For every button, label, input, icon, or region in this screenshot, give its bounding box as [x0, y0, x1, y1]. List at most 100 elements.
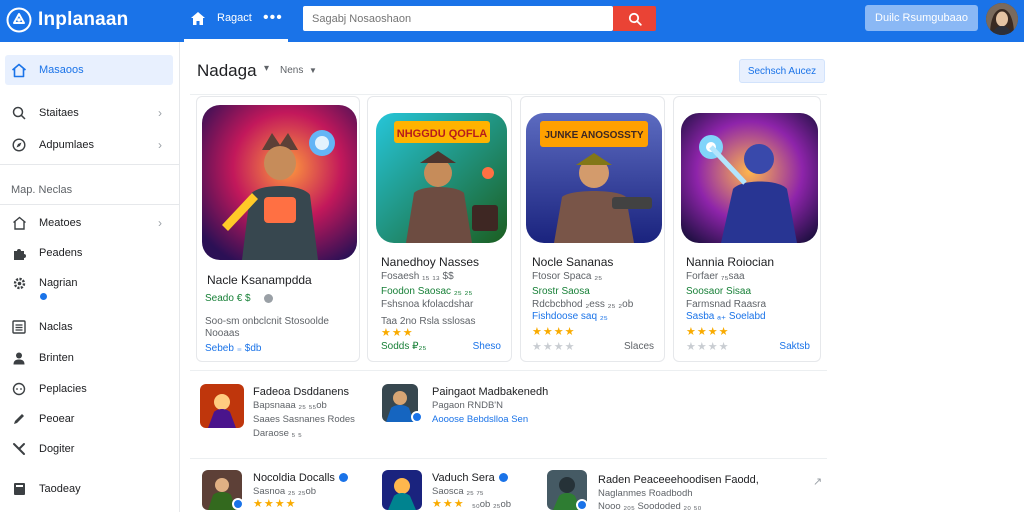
list-item-title: Vaduch Sera: [432, 472, 508, 484]
section-divider: [190, 370, 827, 371]
chevron-right-icon: ›: [158, 106, 162, 120]
sidebar-item-profile[interactable]: Brinten: [0, 343, 180, 373]
person-icon: [11, 350, 27, 366]
top-bar: Inplanaan Ragact ••• Duilc Rsumgubaao: [0, 0, 1024, 42]
sidebar-divider: [0, 204, 180, 205]
tools-icon: [11, 441, 27, 457]
sidebar-item-label: Masaoos: [39, 64, 84, 76]
card-description-2: Fishdoose saq ₂₅: [532, 311, 608, 322]
avatar-portrait-icon: [986, 3, 1018, 35]
list-item-meta: Naglanmes Roadbodh: [598, 488, 693, 499]
card-title: Nocle Sananas: [532, 255, 614, 269]
list-item-desc-2: Daraose ₅ ₅: [253, 428, 302, 439]
app-name: Inplanaan: [38, 9, 129, 30]
search-input[interactable]: [303, 6, 613, 31]
sidebar-item-extensions[interactable]: Peadens: [0, 238, 180, 268]
cta-button[interactable]: Duilc Rsumgubaao: [865, 5, 978, 31]
nav-tab-indicator: [184, 39, 288, 42]
list-item-title: Raden Peaceeehoodisen Faodd,: [598, 474, 759, 486]
sidebar-item-edit[interactable]: Peoear: [0, 404, 180, 434]
card-description: Rdcbcbhod ₂ess ₂₅ ₂ob: [532, 299, 634, 310]
sidebar-item-label: Meatoes: [39, 217, 82, 229]
sidebar-item-messages[interactable]: Peplacies: [0, 374, 180, 404]
sidebar-item-home[interactable]: Masaoos: [5, 55, 173, 85]
list-item-meta: Pagaon RNDB'N: [432, 400, 503, 411]
card-title: Nacle Ksanampdda: [207, 273, 312, 287]
nav-tab-label[interactable]: Ragact: [217, 12, 252, 24]
card-price: Srostr Saosa: [532, 286, 590, 297]
filter-dropdown[interactable]: Nens: [280, 65, 303, 76]
card-title: Nanedhoy Nasses: [381, 255, 480, 269]
sidebar-item-library[interactable]: Taodeay: [0, 474, 180, 504]
card-description: Soo-sm onbclcnit Stosoolde: [205, 316, 329, 327]
rating-stars-empty: ★★★★: [686, 340, 729, 353]
card-status: Sodds ₽₂₅: [381, 341, 427, 352]
header-action-button[interactable]: Sechsch Aucez: [739, 59, 825, 83]
puzzle-icon: [11, 245, 27, 261]
list-item[interactable]: Fadeoa Dsddanens Bapsnaaa ₂₅ ₅₅ob Saaes …: [200, 384, 370, 439]
list-item[interactable]: Raden Peaceeehoodisen Faodd, Naglanmes R…: [547, 470, 827, 512]
home-nav-icon[interactable]: [190, 11, 206, 26]
star-icon: ★★★★: [253, 498, 297, 510]
app-logo-icon: [6, 7, 32, 33]
card-link[interactable]: Slaces: [624, 341, 654, 352]
sidebar-item-label: Taodeay: [39, 483, 81, 495]
list-item-title: Nocoldia Docalls: [253, 472, 348, 484]
sidebar-item-explore[interactable]: Adpumlaes ›: [0, 130, 180, 160]
sidebar-item-label: Peadens: [39, 247, 83, 259]
list-item-meta: Saosca ₂₅ ₇₅: [432, 486, 484, 497]
header-divider: [190, 94, 827, 95]
search-icon: [628, 12, 642, 26]
list-item-title: Fadeoa Dsddanens: [253, 386, 350, 398]
chevron-right-icon: ›: [158, 138, 162, 152]
app-card[interactable]: NHGGDU QOFLA Nanedhoy Nasses Fosaesh ₁₅ …: [367, 96, 512, 362]
sidebar-item-label: Peplacies: [39, 383, 87, 395]
list-item[interactable]: Nocoldia Docalls Sasnoa ₂₅ ₂₅ob ★★★★: [202, 470, 352, 512]
game-art-soldier-icon: JUNKE ANOSOSSTY: [526, 113, 662, 243]
search-field[interactable]: [303, 6, 613, 31]
sidebar-item-label: Dogiter: [39, 443, 75, 455]
open-external-icon[interactable]: ↗: [813, 475, 822, 488]
sidebar-item-home-2[interactable]: Meatoes ›: [0, 208, 180, 238]
rating-stars: ★★★: [432, 497, 465, 510]
more-menu-icon[interactable]: •••: [263, 9, 283, 27]
sidebar-item-label: Adpumlaes: [39, 139, 95, 151]
home-outline-icon: [11, 215, 27, 231]
list-item-title: Paingaot Madbakenedh: [432, 386, 549, 398]
card-link[interactable]: Sheso: [473, 341, 501, 352]
list-item-desc: Nooo ₂₀₅ Soododed ₂₀ ₅₀: [598, 501, 702, 512]
title-dropdown-icon[interactable]: ▾: [264, 63, 269, 74]
card-description-2: Sasba ₐ₊ Soelabd: [686, 311, 766, 322]
sidebar-item-label: Staitaes: [39, 107, 79, 119]
game-art-warrior-icon: [202, 105, 357, 260]
card-description: Farmsnad Raasra: [686, 299, 767, 310]
sidebar-item-search[interactable]: Staitaes ›: [0, 98, 180, 128]
star-empty-icon: ★★★★: [686, 341, 730, 353]
card-price: Seado € $: [205, 293, 251, 304]
app-card[interactable]: JUNKE ANOSOSSTY Nocle Sananas Ftosor Spa…: [520, 96, 665, 362]
user-avatar[interactable]: [986, 3, 1018, 35]
sidebar-item-list[interactable]: Naclas: [0, 312, 180, 342]
list-item-desc: Saaes Sasnanes Rodes: [253, 414, 355, 425]
sidebar-item-tools[interactable]: Dogiter: [0, 434, 180, 464]
game-thumb-icon: [382, 470, 422, 510]
app-card[interactable]: Nacle Ksanampdda Seado € $ Soo-sm onbclc…: [196, 96, 360, 362]
verified-icon: [411, 411, 423, 423]
verified-icon: [576, 499, 588, 511]
list-item-desc: Aooose Bebdslloa Sen: [432, 414, 529, 425]
card-description: Fshsnoa kfolacdshar: [381, 299, 474, 310]
search-button[interactable]: [613, 6, 656, 31]
card-title: Nannia Roiocian: [686, 255, 775, 269]
brand[interactable]: Inplanaan: [6, 7, 128, 33]
rating-stars: ★★★★: [686, 325, 729, 338]
card-link[interactable]: Saktsb: [779, 341, 810, 352]
app-card[interactable]: Nannia Roiocian Forfaer ₇₅saa Soosaor Si…: [673, 96, 821, 362]
sidebar-item-label: Brinten: [39, 352, 74, 364]
page-title: Nadaga: [197, 61, 257, 80]
list-item[interactable]: Paingaot Madbakenedh Pagaon RNDB'N Aooos…: [382, 384, 572, 434]
list-icon: [11, 319, 27, 335]
list-item[interactable]: Vaduch Sera Saosca ₂₅ ₇₅ ★★★ ₅₀ob ₂₅ob: [382, 470, 542, 512]
home-icon: [11, 62, 27, 78]
sidebar-item-settings[interactable]: Nagrian: [0, 268, 180, 300]
book-icon: [11, 481, 27, 497]
